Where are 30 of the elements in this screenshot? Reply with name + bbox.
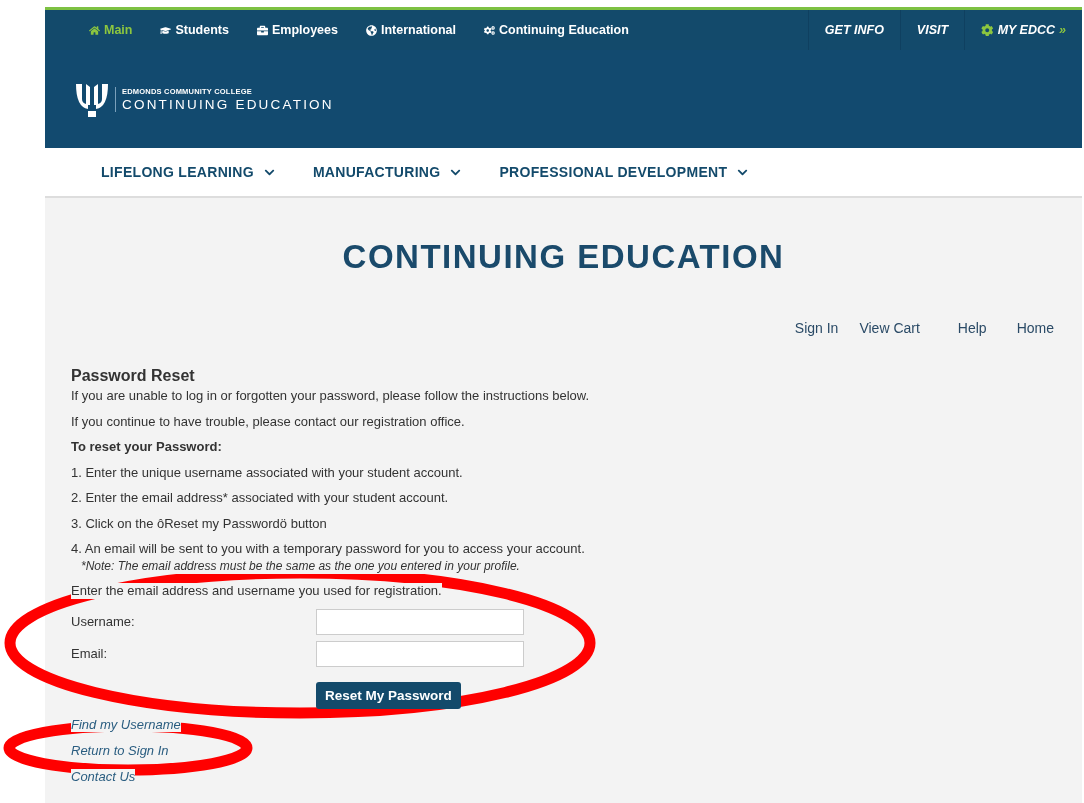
form-intro: Enter the email address and username you used for registration. [71,583,442,599]
input-field[interactable] [316,608,524,635]
main-nav-item[interactable]: MANUFACTURING [312,164,462,180]
globe-icon [366,24,377,36]
trident-logo-icon [75,81,109,117]
main-nav-item[interactable]: PROFESSIONAL DEVELOPMENT [499,164,749,180]
main-nav-item[interactable]: LIFELONG LEARNING [101,164,275,180]
reset-password-button[interactable]: Reset My Password [316,681,461,709]
utility-link[interactable]: Home [1016,320,1054,336]
logo-title: CONTINUING EDUCATION [122,96,334,112]
page-title: CONTINUING EDUCATION [341,238,786,276]
briefcase-icon [256,24,268,36]
gears-icon [484,24,495,36]
home-icon [89,24,100,36]
input-field[interactable] [316,640,524,667]
top-nav-link[interactable]: International [366,23,456,37]
note-text: *Note: The email address must be the same as the one you entered in your profile. [81,559,520,574]
gear-icon [981,23,994,37]
step-text: 2. Enter the email address* associated with your student account. [71,490,449,506]
step-text: 4. An email will be sent to you with a temporary password for you to access your account. [71,541,585,557]
utility-link[interactable]: View Cart [859,320,920,336]
top-nav-link[interactable]: Continuing Education [484,23,629,37]
top-nav-link[interactable]: Students [160,23,229,37]
top-nav-link[interactable]: Employees [256,23,338,37]
graduation-cap-icon [160,24,172,36]
paragraph: If you are unable to log in or forgotten your password, please follow the instructions below. [71,388,590,404]
steps-heading: To reset your Password: [71,439,222,455]
utility-link[interactable]: Sign In [794,320,839,336]
top-nav-link[interactable]: Main [89,23,133,37]
utility-link[interactable]: Help [957,320,987,336]
